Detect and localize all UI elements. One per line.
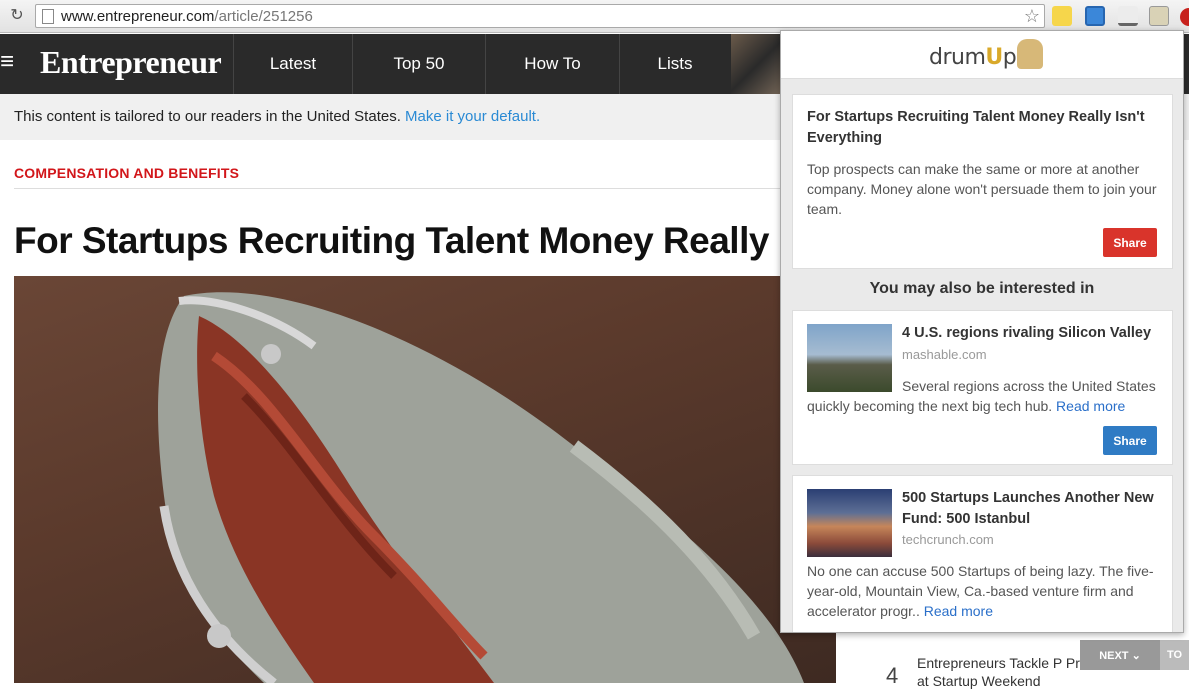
article-category[interactable]: COMPENSATION AND BENEFITS — [14, 165, 239, 181]
puzzle-icon[interactable] — [1052, 6, 1072, 26]
menu-icon[interactable]: ≡ — [0, 50, 19, 74]
region-notice-text: This content is tailored to our readers … — [14, 108, 401, 125]
promo-photo[interactable] — [731, 34, 786, 94]
divider — [14, 188, 836, 189]
browser-toolbar: ↻ www.entrepreneur.com/article/251256 ☆ — [0, 0, 1189, 33]
purse-illustration — [158, 292, 805, 683]
card-source: mashable.com — [902, 347, 987, 362]
card-title[interactable]: 500 Startups Launches Another New Fund: … — [902, 488, 1164, 530]
share-button[interactable]: Share — [1103, 228, 1157, 257]
article-headline: For Startups Recruiting Talent Money Rea… — [14, 220, 789, 261]
suggestions-heading: You may also be interested in — [869, 280, 1095, 297]
nav-item-howto[interactable]: How To — [485, 34, 619, 94]
popup-header: drumUp — [781, 31, 1183, 79]
card-description: No one can accuse 500 Startups of being … — [807, 563, 1154, 619]
download-icon[interactable] — [1118, 6, 1138, 26]
list-number: 4 — [886, 663, 899, 688]
read-more-link[interactable]: Read more — [1056, 398, 1125, 414]
suggestion-card: 4 U.S. regions rivaling Silicon Valley m… — [792, 310, 1173, 465]
card-description: Top prospects can make the same or more … — [807, 161, 1157, 217]
reload-icon[interactable]: ↻ — [8, 7, 26, 25]
address-bar[interactable]: www.entrepreneur.com/article/251256 ☆ — [35, 4, 1045, 28]
nav-item-lists[interactable]: Lists — [619, 34, 730, 94]
page-icon — [42, 9, 54, 24]
drumup-icon[interactable] — [1149, 6, 1169, 26]
make-default-link[interactable]: Make it your default. — [405, 108, 540, 125]
article-hero-image — [14, 276, 836, 683]
site-logo[interactable]: Entrepreneur — [40, 44, 222, 81]
url-text[interactable]: www.entrepreneur.com/article/251256 — [61, 8, 313, 25]
nav-item-latest[interactable]: Latest — [233, 34, 352, 94]
suggestion-card: 500 Startups Launches Another New Fund: … — [792, 475, 1173, 632]
mascot-icon — [1017, 39, 1043, 69]
card-thumbnail[interactable] — [807, 489, 892, 557]
card-description: Several regions across the United States… — [807, 378, 1156, 414]
card-title: For Startups Recruiting Talent Money Rea… — [807, 109, 1145, 146]
current-article-card: For Startups Recruiting Talent Money Rea… — [792, 94, 1173, 269]
top-button[interactable]: TO — [1160, 640, 1189, 670]
read-more-link[interactable]: Read more — [924, 603, 993, 619]
nav-item-top50[interactable]: Top 50 — [352, 34, 485, 94]
drumup-logo: drumUp — [929, 45, 1017, 70]
card-title[interactable]: 4 U.S. regions rivaling Silicon Valley — [902, 323, 1164, 344]
drumup-popup: drumUp For Startups Recruiting Talent Mo… — [780, 30, 1184, 633]
card-source: techcrunch.com — [902, 532, 994, 547]
next-button[interactable]: NEXT ⌄ — [1080, 640, 1160, 670]
layout-icon[interactable] — [1085, 6, 1105, 26]
adobe-icon[interactable] — [1180, 8, 1189, 26]
bookmark-star-icon[interactable]: ☆ — [1024, 6, 1040, 27]
share-button[interactable]: Share — [1103, 426, 1157, 455]
